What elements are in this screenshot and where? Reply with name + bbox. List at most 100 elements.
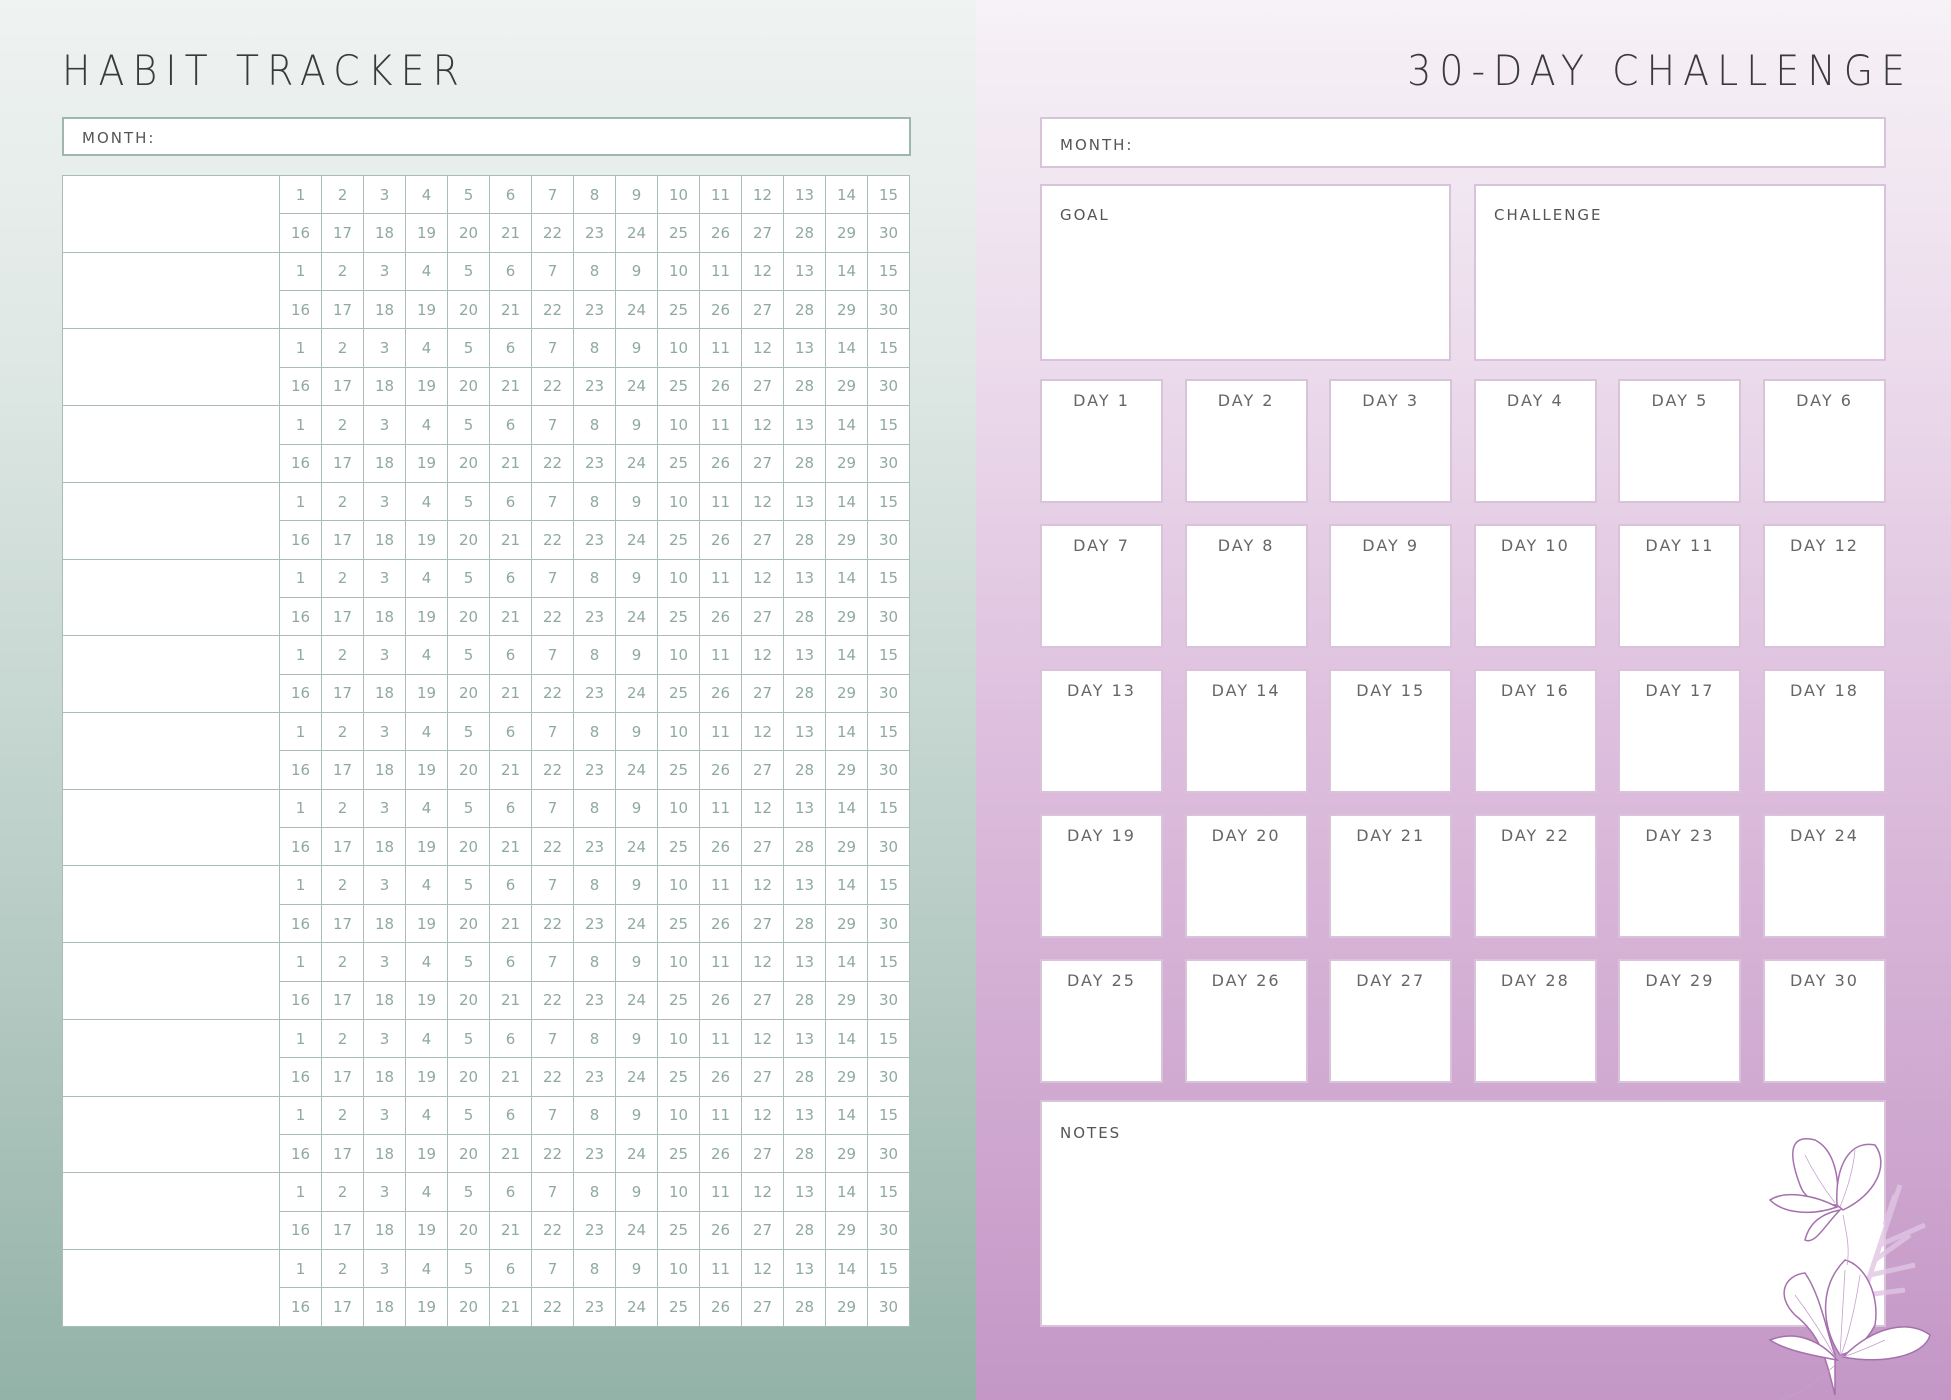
habit-day-cell[interactable]: 3 [363, 1018, 406, 1059]
habit-day-cell[interactable]: 7 [531, 635, 574, 675]
habit-day-cell[interactable]: 28 [783, 213, 826, 253]
habit-day-cell[interactable]: 24 [615, 827, 658, 867]
habit-day-cell[interactable]: 15 [867, 788, 910, 829]
habit-day-cell[interactable]: 5 [447, 1018, 490, 1059]
habit-day-cell[interactable]: 13 [783, 942, 826, 982]
habit-day-cell[interactable]: 6 [489, 174, 532, 215]
habit-day-cell[interactable]: 25 [657, 366, 700, 407]
habit-day-cell[interactable]: 21 [489, 1133, 532, 1174]
habit-day-cell[interactable]: 18 [363, 1287, 406, 1327]
habit-day-cell[interactable]: 10 [657, 481, 700, 522]
habit-day-cell[interactable]: 27 [741, 673, 784, 714]
habit-name-cell[interactable] [62, 635, 280, 714]
day-box[interactable]: DAY 20 [1184, 814, 1308, 938]
habit-day-cell[interactable]: 9 [615, 1095, 658, 1135]
habit-day-cell[interactable]: 10 [657, 712, 700, 752]
habit-day-cell[interactable]: 2 [321, 558, 364, 598]
habit-day-cell[interactable]: 21 [489, 980, 532, 1020]
habit-day-cell[interactable]: 14 [825, 481, 868, 522]
habit-day-cell[interactable]: 12 [741, 251, 784, 292]
habit-name-cell[interactable] [62, 175, 280, 253]
habit-day-cell[interactable]: 27 [741, 827, 784, 867]
habit-day-cell[interactable]: 20 [447, 1210, 490, 1251]
habit-name-cell[interactable] [62, 251, 280, 330]
habit-day-cell[interactable]: 8 [573, 558, 616, 598]
habit-day-cell[interactable]: 19 [405, 366, 448, 407]
habit-day-cell[interactable]: 5 [447, 865, 490, 905]
habit-day-cell[interactable]: 22 [531, 290, 574, 330]
habit-day-cell[interactable]: 8 [573, 405, 616, 445]
habit-day-cell[interactable]: 16 [279, 290, 322, 330]
day-box[interactable]: DAY 21 [1329, 814, 1453, 938]
habit-day-cell[interactable]: 14 [825, 942, 868, 982]
habit-day-cell[interactable]: 26 [699, 1287, 742, 1327]
habit-day-cell[interactable]: 2 [321, 712, 364, 752]
habit-day-cell[interactable]: 20 [447, 213, 490, 253]
habit-day-cell[interactable]: 22 [531, 673, 574, 714]
habit-day-cell[interactable]: 2 [321, 481, 364, 522]
habit-day-cell[interactable]: 19 [405, 290, 448, 330]
habit-day-cell[interactable]: 16 [279, 366, 322, 407]
day-box[interactable]: DAY 10 [1473, 524, 1597, 648]
habit-day-cell[interactable]: 9 [615, 558, 658, 598]
habit-day-cell[interactable]: 24 [615, 1057, 658, 1097]
habit-day-cell[interactable]: 18 [363, 366, 406, 407]
habit-day-cell[interactable]: 11 [699, 712, 742, 752]
habit-day-cell[interactable]: 20 [447, 827, 490, 867]
habit-day-cell[interactable]: 15 [867, 712, 910, 752]
habit-day-cell[interactable]: 24 [615, 1210, 658, 1251]
habit-day-cell[interactable]: 22 [531, 443, 574, 483]
habit-day-cell[interactable]: 18 [363, 213, 406, 253]
habit-day-cell[interactable]: 7 [531, 942, 574, 982]
habit-day-cell[interactable]: 22 [531, 827, 574, 867]
habit-day-cell[interactable]: 15 [867, 865, 910, 905]
habit-day-cell[interactable]: 10 [657, 635, 700, 675]
habit-day-cell[interactable]: 3 [363, 405, 406, 445]
day-box[interactable]: DAY 22 [1473, 814, 1597, 938]
habit-day-cell[interactable]: 20 [447, 520, 490, 560]
habit-day-cell[interactable]: 9 [615, 251, 658, 292]
day-box[interactable]: DAY 17 [1618, 669, 1742, 793]
habit-day-cell[interactable]: 14 [825, 635, 868, 675]
habit-day-cell[interactable]: 16 [279, 903, 322, 944]
habit-day-cell[interactable]: 3 [363, 481, 406, 522]
habit-day-cell[interactable]: 9 [615, 481, 658, 522]
habit-day-cell[interactable]: 14 [825, 1172, 868, 1212]
habit-day-cell[interactable]: 16 [279, 1287, 322, 1327]
habit-day-cell[interactable]: 15 [867, 405, 910, 445]
habit-day-cell[interactable]: 6 [489, 405, 532, 445]
habit-day-cell[interactable]: 14 [825, 1018, 868, 1059]
habit-day-cell[interactable]: 30 [867, 1287, 910, 1327]
habit-day-cell[interactable]: 26 [699, 1210, 742, 1251]
habit-day-cell[interactable]: 13 [783, 1249, 826, 1289]
habit-day-cell[interactable]: 8 [573, 251, 616, 292]
habit-name-cell[interactable] [62, 1095, 280, 1174]
habit-day-cell[interactable]: 27 [741, 903, 784, 944]
habit-day-cell[interactable]: 30 [867, 366, 910, 407]
habit-day-cell[interactable]: 1 [279, 174, 322, 215]
habit-day-cell[interactable]: 29 [825, 443, 868, 483]
habit-day-cell[interactable]: 20 [447, 750, 490, 790]
habit-day-cell[interactable]: 2 [321, 1249, 364, 1289]
habit-day-cell[interactable]: 6 [489, 942, 532, 982]
habit-day-cell[interactable]: 28 [783, 827, 826, 867]
habit-day-cell[interactable]: 27 [741, 750, 784, 790]
habit-day-cell[interactable]: 16 [279, 827, 322, 867]
habit-day-cell[interactable]: 8 [573, 712, 616, 752]
day-box[interactable]: DAY 18 [1763, 669, 1886, 793]
habit-day-cell[interactable]: 25 [657, 1133, 700, 1174]
habit-day-cell[interactable]: 16 [279, 1133, 322, 1174]
habit-day-cell[interactable]: 25 [657, 1210, 700, 1251]
day-box[interactable]: DAY 13 [1040, 669, 1163, 793]
habit-day-cell[interactable]: 13 [783, 405, 826, 445]
habit-name-cell[interactable] [62, 942, 280, 1020]
habit-day-cell[interactable]: 17 [321, 750, 364, 790]
habit-day-cell[interactable]: 11 [699, 1249, 742, 1289]
habit-day-cell[interactable]: 20 [447, 1133, 490, 1174]
habit-day-cell[interactable]: 26 [699, 520, 742, 560]
habit-day-cell[interactable]: 5 [447, 1095, 490, 1135]
habit-day-cell[interactable]: 25 [657, 827, 700, 867]
habit-day-cell[interactable]: 30 [867, 213, 910, 253]
habit-day-cell[interactable]: 13 [783, 635, 826, 675]
habit-day-cell[interactable]: 19 [405, 443, 448, 483]
